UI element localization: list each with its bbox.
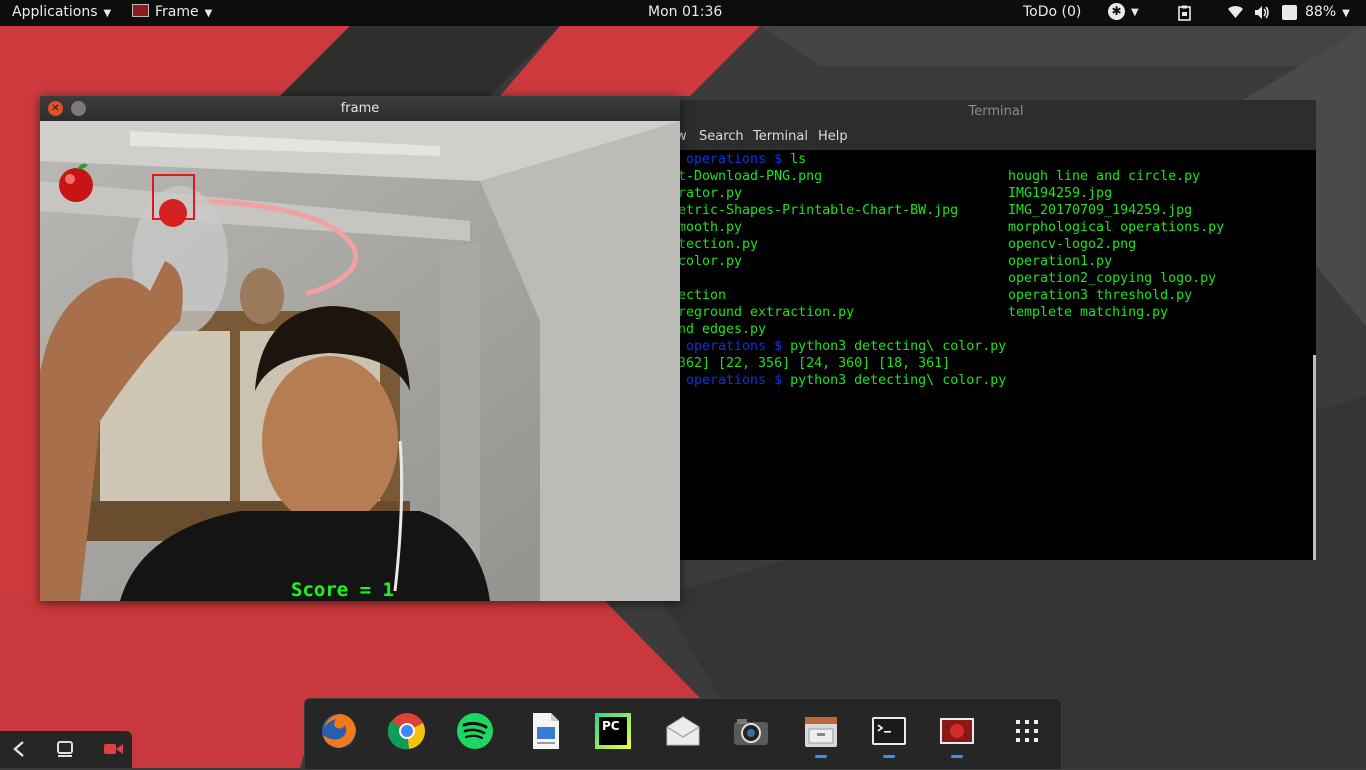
pycharm-launcher[interactable]: PC bbox=[593, 711, 633, 751]
terminal-line: opencv-logo2.png bbox=[1008, 237, 1137, 252]
running-indicator bbox=[951, 755, 963, 758]
screencast-button[interactable] bbox=[102, 739, 124, 759]
frame-window[interactable]: ✕ frame Score = 1 bbox=[40, 96, 680, 601]
terminal-line: templete matching.py bbox=[1008, 305, 1169, 320]
menu-search[interactable]: Search bbox=[699, 129, 744, 144]
chevron-down-icon: ▼ bbox=[1131, 7, 1139, 18]
terminal-scrollbar[interactable] bbox=[1313, 355, 1316, 560]
pycharm-label: PC bbox=[599, 717, 627, 745]
webcam-image bbox=[40, 121, 680, 601]
file-manager-launcher[interactable] bbox=[801, 711, 841, 758]
volume-icon[interactable] bbox=[1254, 5, 1270, 24]
menu-help[interactable]: Help bbox=[818, 129, 848, 144]
show-applications-button[interactable] bbox=[1007, 711, 1047, 751]
spotify-launcher[interactable] bbox=[455, 711, 495, 751]
running-indicator bbox=[815, 755, 827, 758]
chevron-down-icon: ▼ bbox=[1342, 8, 1350, 19]
mail-launcher[interactable] bbox=[663, 711, 703, 751]
accessibility-menu[interactable]: ✱ ▼ bbox=[1108, 3, 1139, 20]
clipboard-icon[interactable] bbox=[1178, 5, 1191, 25]
chevron-down-icon: ▼ bbox=[204, 8, 213, 19]
terminal-line: morphological operations.py bbox=[1008, 220, 1225, 235]
document-viewer-launcher[interactable] bbox=[525, 711, 565, 751]
terminal-line: ection bbox=[678, 288, 727, 303]
terminal-line: rator.py bbox=[678, 186, 743, 201]
dock: PC bbox=[304, 698, 1062, 770]
webcam-view: Score = 1 bbox=[40, 121, 680, 601]
terminal-line: hough line and circle.py bbox=[1008, 169, 1201, 184]
terminal-title: Terminal bbox=[968, 104, 1024, 119]
terminal-window[interactable]: Terminal w Search Terminal Help e operat… bbox=[676, 100, 1316, 560]
terminal-line: nd edges.py bbox=[678, 322, 767, 337]
terminal-launcher[interactable] bbox=[869, 711, 909, 758]
frame-app-icon bbox=[132, 4, 149, 17]
firefox-launcher[interactable] bbox=[319, 711, 359, 751]
chevron-down-icon: ▼ bbox=[103, 8, 112, 19]
minimize-button[interactable] bbox=[71, 101, 86, 116]
terminal-line: e operations $ python3 detecting\ color.… bbox=[676, 373, 1007, 388]
chrome-icon bbox=[387, 713, 425, 750]
score-label: Score = 1 bbox=[291, 579, 394, 601]
bottom-left-panel bbox=[0, 731, 132, 768]
spotify-icon bbox=[457, 713, 493, 749]
workspace-icon bbox=[57, 741, 73, 757]
terminal-line: t-Download-PNG.png bbox=[678, 169, 823, 184]
applications-label: Applications bbox=[12, 4, 98, 20]
terminal-line: mooth.py bbox=[678, 220, 743, 235]
workspace-button[interactable] bbox=[54, 739, 76, 759]
wifi-icon[interactable] bbox=[1228, 6, 1243, 23]
terminal-line: e operations $ ls bbox=[676, 152, 807, 167]
terminal-icon bbox=[872, 717, 906, 745]
chrome-launcher[interactable] bbox=[387, 711, 427, 751]
window-menu-label: Frame bbox=[155, 4, 199, 20]
battery-menu[interactable]: 88% ▼ bbox=[1305, 4, 1350, 20]
terminal-output[interactable]: e operations $ ls t-Download-PNG.png rat… bbox=[676, 150, 1316, 560]
show-applications-icon bbox=[1016, 720, 1038, 742]
running-indicator bbox=[883, 755, 895, 758]
terminal-line: operation1.py bbox=[1008, 254, 1113, 269]
terminal-titlebar[interactable]: Terminal bbox=[676, 100, 1316, 124]
mail-icon bbox=[666, 716, 700, 746]
accessibility-icon: ✱ bbox=[1108, 3, 1125, 20]
terminal-menubar: w Search Terminal Help bbox=[676, 124, 1316, 150]
terminal-line: e operations $ python3 detecting\ color.… bbox=[676, 339, 1007, 354]
firefox-icon bbox=[322, 714, 356, 748]
close-icon: ✕ bbox=[51, 103, 60, 114]
terminal-line: color.py bbox=[678, 254, 743, 269]
terminal-line: etric-Shapes-Printable-Chart-BW.jpg bbox=[678, 203, 959, 218]
terminal-line: IMG_20170709_194259.jpg bbox=[1008, 203, 1193, 218]
battery-percent: 88% bbox=[1305, 4, 1337, 20]
file-manager-icon bbox=[805, 717, 837, 747]
top-panel: Applications ▼ Frame ▼ Mon 01:36 ToDo (0) … bbox=[0, 0, 1366, 26]
terminal-line: reground extraction.py bbox=[678, 305, 855, 320]
terminal-line: 362] [22, 356] [24, 360] [18, 361] bbox=[678, 356, 951, 371]
terminal-line: operation3 threshold.py bbox=[1008, 288, 1193, 303]
battery-icon[interactable] bbox=[1282, 5, 1297, 24]
applications-menu[interactable]: Applications ▼ bbox=[12, 4, 111, 20]
screenshot-camera-icon bbox=[734, 719, 768, 745]
chevron-left-icon bbox=[13, 741, 24, 757]
terminal-line: operation2_copying logo.py bbox=[1008, 271, 1217, 286]
todo-indicator[interactable]: ToDo (0) bbox=[1023, 4, 1081, 20]
frame-app-launcher[interactable] bbox=[937, 711, 977, 758]
document-viewer-icon bbox=[533, 713, 559, 749]
app-window-menu[interactable]: Frame ▼ bbox=[132, 4, 212, 20]
screenshot-launcher[interactable] bbox=[731, 711, 771, 751]
frame-window-icon bbox=[940, 718, 974, 744]
terminal-line: IMG194259.jpg bbox=[1008, 186, 1113, 201]
clock[interactable]: Mon 01:36 bbox=[648, 4, 722, 20]
menu-terminal[interactable]: Terminal bbox=[753, 129, 808, 144]
pycharm-icon: PC bbox=[595, 713, 631, 749]
video-camera-icon bbox=[104, 744, 123, 754]
frame-title: frame bbox=[340, 101, 380, 116]
back-button[interactable] bbox=[8, 739, 30, 759]
close-button[interactable]: ✕ bbox=[48, 101, 63, 116]
frame-titlebar[interactable]: ✕ frame bbox=[40, 96, 680, 121]
terminal-line: tection.py bbox=[678, 237, 759, 252]
